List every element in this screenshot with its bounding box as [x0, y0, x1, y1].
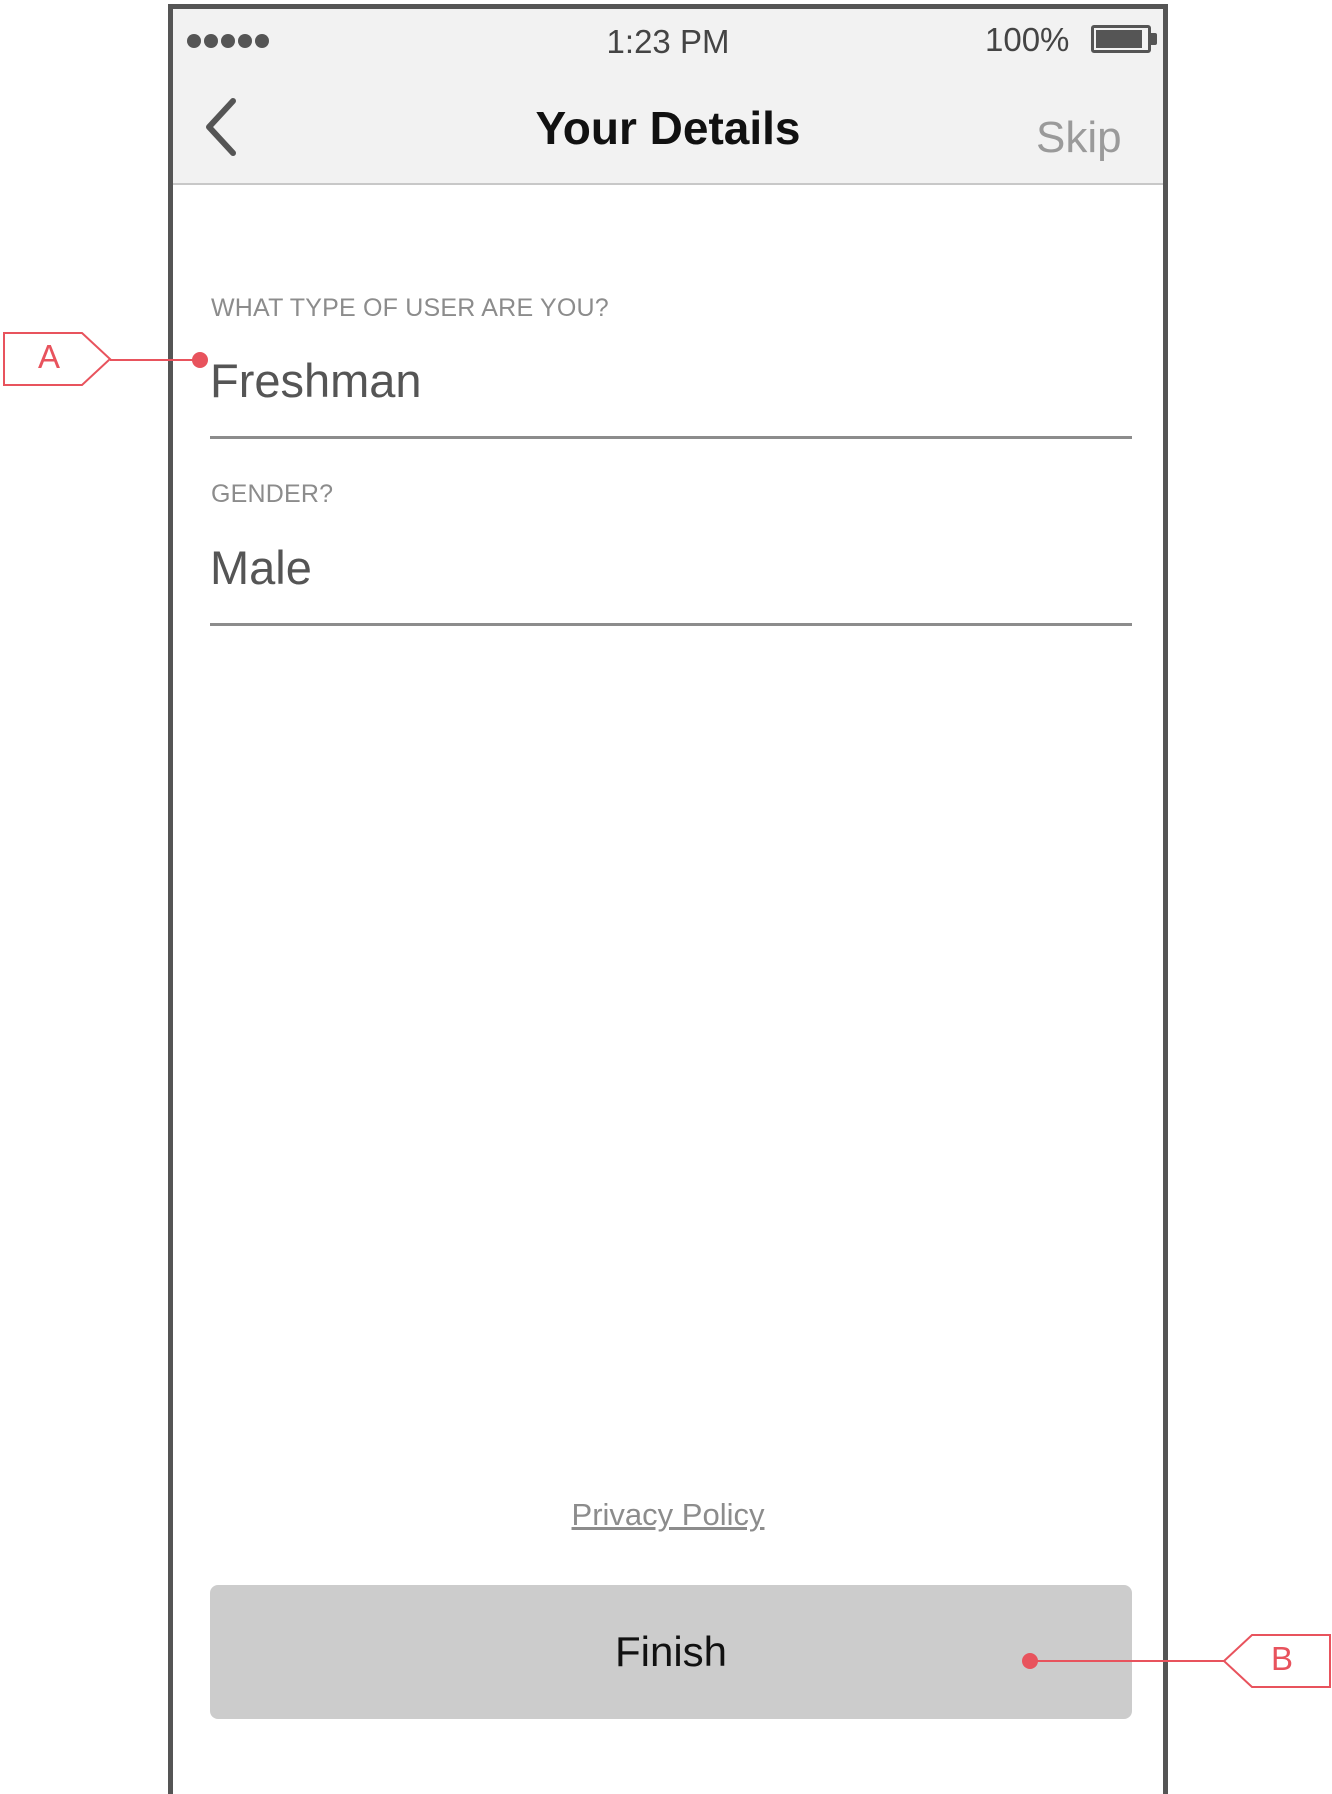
battery-nub: [1151, 33, 1157, 45]
annotation-connector-a: [110, 359, 200, 361]
annotation-dot-a: [192, 352, 208, 368]
user-type-field[interactable]: Freshman: [210, 353, 422, 408]
phone-frame: 1:23 PM 100% Your Details Skip WHAT TYPE…: [168, 4, 1168, 1794]
battery-icon: [1091, 25, 1151, 53]
top-bar: 1:23 PM 100% Your Details Skip: [173, 9, 1163, 185]
battery-fill: [1096, 30, 1142, 48]
gender-field[interactable]: Male: [210, 540, 312, 595]
user-type-underline: [210, 436, 1132, 439]
user-type-label: WHAT TYPE OF USER ARE YOU?: [211, 294, 609, 322]
annotation-connector-b: [1030, 1660, 1224, 1662]
annotation-dot-b: [1022, 1653, 1038, 1669]
annotation-label-a: A: [38, 338, 61, 375]
skip-button[interactable]: Skip: [1036, 113, 1122, 163]
annotation-label-b: B: [1271, 1640, 1294, 1677]
page-title: Your Details: [535, 102, 801, 154]
privacy-policy-link[interactable]: Privacy Policy: [173, 1497, 1163, 1533]
gender-underline: [210, 623, 1132, 626]
finish-button[interactable]: Finish: [210, 1585, 1132, 1719]
battery-percent: 100%: [985, 21, 1070, 58]
gender-label: GENDER?: [211, 480, 334, 508]
